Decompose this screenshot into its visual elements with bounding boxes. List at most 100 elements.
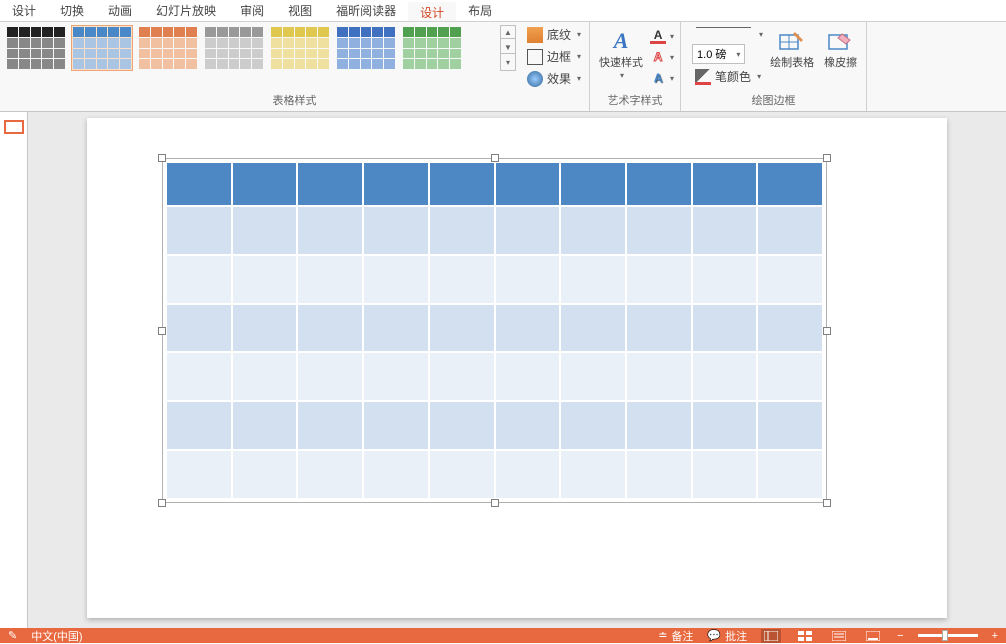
borders-button[interactable]: 边框 ▾ [524,47,584,66]
slide[interactable] [87,118,947,618]
pen-weight-value: 1.0 磅 [697,46,726,62]
effects-label: 效果 [547,70,571,87]
quick-styles-button[interactable]: A 快速样式 ▾ [595,25,647,82]
resize-handle[interactable] [823,154,831,162]
resize-handle[interactable] [158,499,166,507]
table-row[interactable] [166,450,823,499]
table-row[interactable] [166,352,823,401]
pen-color-icon [695,69,711,85]
tab-table-layout[interactable]: 布局 [456,0,504,21]
scroll-down-icon[interactable]: ▼ [501,42,515,54]
tab-transitions[interactable]: 切换 [48,0,96,21]
group-table-styles: ▲ ▼ ▾ 底纹 ▾ 边框 ▾ 效果 ▾ [0,22,590,111]
eraser-icon [825,27,857,55]
text-effects-icon: A [650,70,666,86]
chevron-down-icon: ▾ [759,30,763,39]
table-styles-more[interactable]: ▲ ▼ ▾ [500,25,516,71]
scroll-up-icon[interactable]: ▲ [501,27,515,39]
group-label: 绘图边框 [686,90,861,111]
tab-review[interactable]: 审阅 [228,0,276,21]
resize-handle[interactable] [491,154,499,162]
borders-label: 边框 [547,48,571,65]
ribbon: ▲ ▼ ▾ 底纹 ▾ 边框 ▾ 效果 ▾ [0,22,1006,112]
table-style-thumb[interactable] [335,25,397,71]
slide-thumbnails-panel [0,112,28,628]
text-outline-button[interactable]: A▾ [649,48,675,66]
zoom-in-button[interactable]: + [992,630,998,642]
resize-handle[interactable] [158,154,166,162]
table-style-thumb[interactable] [5,25,67,71]
workspace [0,112,1006,628]
notes-button[interactable]: ≐备注 [658,628,693,644]
tab-design[interactable]: 设计 [0,0,48,21]
group-label: 表格样式 [5,90,584,111]
resize-handle[interactable] [158,327,166,335]
tab-table-design[interactable]: 设计 [408,0,456,21]
zoom-out-button[interactable]: − [897,630,903,642]
quick-styles-icon: A [605,27,637,55]
chevron-down-icon: ▾ [736,50,740,59]
table-style-thumb[interactable] [137,25,199,71]
tab-slideshow[interactable]: 幻灯片放映 [144,0,228,21]
text-fill-button[interactable]: A▾ [649,27,675,45]
resize-handle[interactable] [823,327,831,335]
status-bar: ✎ 中文(中国) ≐备注 💬批注 − + [0,628,1006,643]
notes-icon: ≐ [658,629,667,642]
zoom-slider-thumb[interactable] [942,630,948,641]
tab-animations[interactable]: 动画 [96,0,144,21]
spellcheck-icon[interactable]: ✎ [8,629,17,642]
chevron-down-icon: ▾ [577,74,581,83]
shading-button[interactable]: 底纹 ▾ [524,25,584,44]
table-style-thumb[interactable] [269,25,331,71]
reading-view-button[interactable] [829,629,849,643]
borders-icon [527,49,543,65]
slide-canvas-area[interactable] [28,112,1006,628]
table-row[interactable] [166,162,823,206]
table-row[interactable] [166,206,823,255]
zoom-slider[interactable] [918,634,978,637]
pen-color-button[interactable]: 笔颜色 ▾ [692,67,764,86]
group-wordart-styles: A 快速样式 ▾ A▾ A▾ A▾ 艺术字样式 [590,22,681,111]
tab-foxit-reader[interactable]: 福昕阅读器 [324,0,408,21]
shading-label: 底纹 [547,26,571,43]
draw-table-button[interactable]: 绘制表格 [766,25,818,71]
comments-button[interactable]: 💬批注 [707,628,747,644]
resize-handle[interactable] [491,499,499,507]
text-fill-icon: A [650,28,666,44]
effects-icon [527,71,543,87]
text-effects-button[interactable]: A▾ [649,69,675,87]
sorter-view-button[interactable] [795,629,815,643]
language-indicator[interactable]: 中文(中国) [31,628,82,644]
table-style-thumb[interactable] [401,25,463,71]
pen-style-button[interactable]: ▾ [692,27,764,41]
normal-view-button[interactable] [761,629,781,643]
pen-color-label: 笔颜色 [715,68,751,85]
expand-gallery-icon[interactable]: ▾ [501,57,515,69]
table-row[interactable] [166,304,823,353]
pen-style-preview [696,27,751,41]
group-draw-borders: ▾ 1.0 磅 ▾ 笔颜色 ▾ [681,22,867,111]
chevron-down-icon: ▾ [620,71,624,80]
group-label: 艺术字样式 [595,90,675,111]
shading-icon [527,27,543,43]
chevron-down-icon: ▾ [577,52,581,61]
slideshow-view-button[interactable] [863,629,883,643]
table-selection-frame[interactable] [162,158,827,503]
tab-view[interactable]: 视图 [276,0,324,21]
chevron-down-icon: ▾ [670,74,674,83]
eraser-button[interactable]: 橡皮擦 [820,25,861,71]
pen-weight-select[interactable]: 1.0 磅 ▾ [692,44,745,64]
inserted-table[interactable] [166,162,823,499]
comments-icon: 💬 [707,629,721,642]
resize-handle[interactable] [823,499,831,507]
slide-thumbnail[interactable] [4,120,24,134]
table-row[interactable] [166,255,823,304]
effects-button[interactable]: 效果 ▾ [524,69,584,88]
table-row[interactable] [166,401,823,450]
draw-table-icon [776,27,808,55]
table-style-thumb-selected[interactable] [71,25,133,71]
table-style-thumb[interactable] [203,25,265,71]
chevron-down-icon: ▾ [670,53,674,62]
table-style-gallery [5,25,495,71]
chevron-down-icon: ▾ [757,72,761,81]
